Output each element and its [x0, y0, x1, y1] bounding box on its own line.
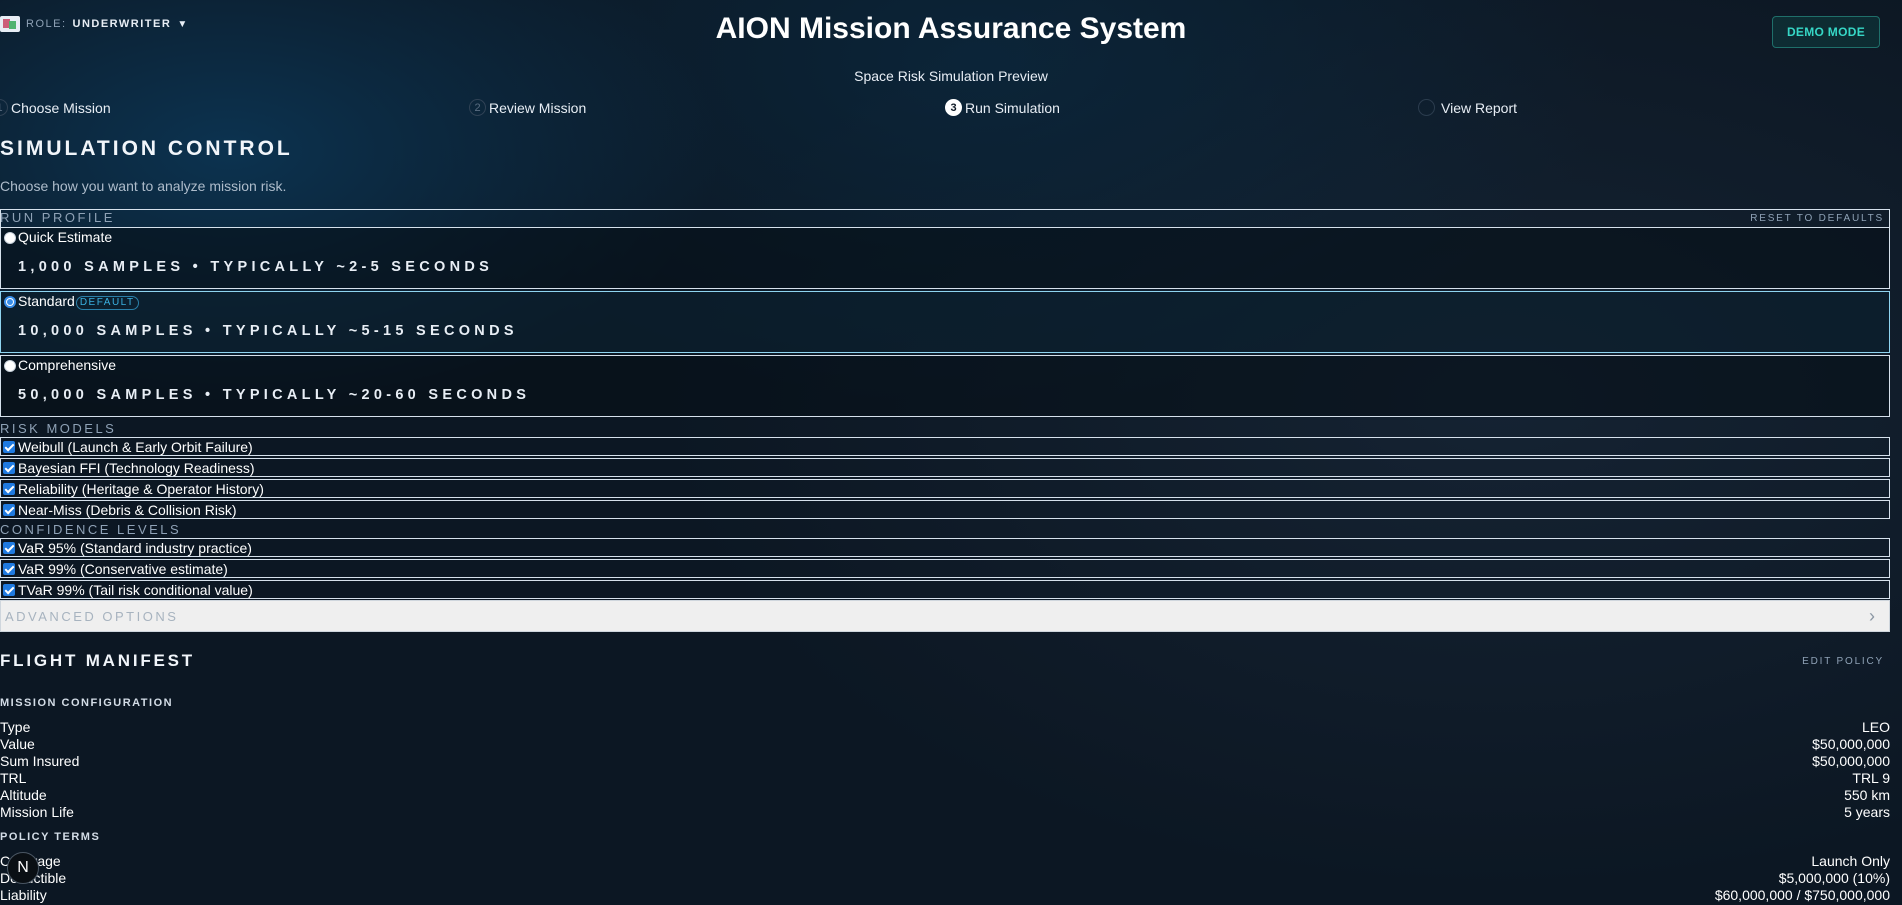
advanced-options-toggle[interactable]: ADVANCED OPTIONS › — [0, 600, 1890, 632]
confidence-var-99[interactable]: VaR 99% (Conservative estimate) — [0, 559, 1890, 578]
checkbox-label: VaR 99% (Conservative estimate) — [18, 560, 228, 577]
row-key: Type — [0, 719, 31, 735]
run-profile-header — [0, 209, 1890, 228]
next-dev-indicator-button[interactable]: N — [7, 852, 39, 884]
demo-mode-button[interactable]: DEMO MODE — [1772, 16, 1880, 48]
checkbox-label: Reliability (Heritage & Operator History… — [18, 480, 264, 497]
policy-term-row: Deductible $5,000,000 (10%) — [0, 870, 1890, 887]
step-number: 2 — [469, 99, 486, 116]
mission-config-row: TRL TRL 9 — [0, 770, 1890, 787]
page-subtitle: Space Risk Simulation Preview — [854, 68, 1048, 84]
radio-button[interactable] — [4, 296, 16, 308]
risk-model-bayesian[interactable]: Bayesian FFI (Technology Readiness) — [0, 458, 1890, 477]
step-label: View Report — [1441, 99, 1518, 116]
confidence-levels-label: CONFIDENCE LEVELS — [0, 522, 182, 537]
row-value: TRL 9 — [1852, 770, 1890, 786]
row-value: Launch Only — [1811, 853, 1890, 869]
row-key: Sum Insured — [0, 753, 80, 769]
mission-config-row: Sum Insured $50,000,000 — [0, 753, 1890, 770]
simulation-description: Choose how you want to analyze mission r… — [0, 178, 287, 194]
policy-terms-label: POLICY TERMS — [0, 831, 101, 843]
checkbox[interactable] — [3, 562, 15, 575]
run-profile-label: RUN PROFILE — [0, 210, 115, 225]
page-title: AION Mission Assurance System — [715, 12, 1187, 45]
row-value: $50,000,000 — [1812, 736, 1890, 752]
profile-name-text: Standard — [18, 293, 75, 309]
risk-model-weibull[interactable]: Weibull (Launch & Early Orbit Failure) — [0, 437, 1890, 456]
flight-manifest-title: FLIGHT MANIFEST — [0, 651, 195, 670]
confidence-var-95[interactable]: VaR 95% (Standard industry practice) — [0, 538, 1890, 557]
step-review-mission[interactable]: 2 Review Mission — [469, 99, 586, 116]
row-key: Altitude — [0, 787, 47, 803]
row-key: TRL — [0, 770, 27, 786]
policy-term-row: Coverage Launch Only — [0, 853, 1890, 870]
edit-policy-link[interactable]: EDIT POLICY — [1802, 656, 1884, 667]
row-value: 550 km — [1844, 787, 1890, 803]
mission-config-row: Value $50,000,000 — [0, 736, 1890, 753]
risk-model-reliability[interactable]: Reliability (Heritage & Operator History… — [0, 479, 1890, 498]
simulation-control-title: SIMULATION CONTROL — [0, 137, 293, 160]
row-value: $60,000,000 / $750,000,000 — [1714, 887, 1890, 903]
risk-model-near-miss[interactable]: Near-Miss (Debris & Collision Risk) — [0, 500, 1890, 519]
profile-name: Standard DEFAULT — [18, 293, 139, 310]
step-number — [1418, 99, 1435, 116]
profile-meta: 10,000 SAMPLES • TYPICALLY ~5-15 SECONDS — [18, 323, 518, 339]
profile-name: Comprehensive — [18, 357, 117, 373]
checkbox[interactable] — [3, 541, 15, 554]
step-run-simulation[interactable]: 3 Run Simulation — [945, 99, 1060, 116]
policy-term-row: Liability $60,000,000 / $750,000,000 — [0, 887, 1890, 904]
radio-button[interactable] — [4, 360, 16, 372]
mission-config-row: Altitude 550 km — [0, 787, 1890, 804]
row-key: Liability — [0, 887, 47, 903]
row-key: Value — [0, 736, 35, 752]
checkbox-label: VaR 95% (Standard industry practice) — [18, 539, 252, 556]
mission-configuration-label: MISSION CONFIGURATION — [0, 697, 174, 709]
row-value: LEO — [1861, 719, 1890, 735]
step-label: Review Mission — [489, 99, 587, 116]
step-choose-mission[interactable]: 1 Choose Mission — [0, 99, 111, 116]
radio-button[interactable] — [4, 232, 16, 244]
step-label: Choose Mission — [11, 99, 111, 116]
step-number: 3 — [945, 99, 962, 116]
default-badge: DEFAULT — [75, 296, 139, 310]
profile-quick-estimate[interactable]: Quick Estimate 1,000 SAMPLES • TYPICALLY… — [0, 227, 1890, 289]
risk-models-label: RISK MODELS — [0, 421, 117, 436]
checkbox[interactable] — [3, 583, 15, 596]
step-label: Run Simulation — [965, 99, 1060, 116]
checkbox-label: Bayesian FFI (Technology Readiness) — [18, 459, 255, 476]
checkbox[interactable] — [3, 482, 15, 495]
profile-standard[interactable]: Standard DEFAULT 10,000 SAMPLES • TYPICAL… — [0, 291, 1890, 353]
advanced-options-label: ADVANCED OPTIONS — [5, 608, 179, 624]
profile-name: Quick Estimate — [18, 229, 113, 245]
profile-meta: 1,000 SAMPLES • TYPICALLY ~2-5 SECONDS — [18, 259, 494, 275]
checkbox[interactable] — [3, 440, 15, 453]
row-value: 5 years — [1844, 804, 1890, 820]
profile-meta: 50,000 SAMPLES • TYPICALLY ~20-60 SECOND… — [18, 387, 531, 403]
checkbox-label: TVaR 99% (Tail risk conditional value) — [18, 581, 253, 598]
confidence-tvar-99[interactable]: TVaR 99% (Tail risk conditional value) — [0, 580, 1890, 599]
checkbox-label: Weibull (Launch & Early Orbit Failure) — [18, 438, 253, 455]
profile-comprehensive[interactable]: Comprehensive 50,000 SAMPLES • TYPICALLY… — [0, 355, 1890, 417]
reset-defaults-link[interactable]: RESET TO DEFAULTS — [1750, 213, 1884, 224]
step-view-report[interactable]: View Report — [1418, 99, 1517, 116]
checkbox[interactable] — [3, 461, 15, 474]
row-value: $50,000,000 — [1812, 753, 1890, 769]
step-number: 1 — [0, 99, 8, 116]
checkbox-label: Near-Miss (Debris & Collision Risk) — [18, 501, 237, 518]
row-key: Mission Life — [0, 804, 74, 820]
mission-config-row: Mission Life 5 years — [0, 804, 1890, 821]
mission-config-row: Type LEO — [0, 719, 1890, 736]
row-value: $5,000,000 (10%) — [1778, 870, 1890, 886]
checkbox[interactable] — [3, 503, 15, 516]
chevron-right-icon: › — [1869, 606, 1875, 626]
